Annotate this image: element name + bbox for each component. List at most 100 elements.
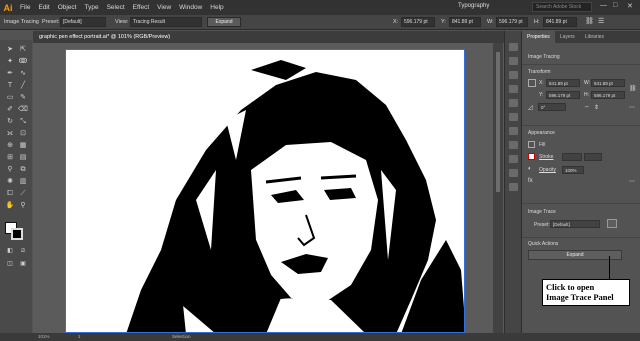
properties-icon[interactable] [509,43,518,51]
paintbrush-tool-icon[interactable]: ✎ [17,92,29,103]
view-select[interactable]: Tracing Result [130,17,202,27]
document-tab[interactable]: graphic pen effect portrait.ai* @ 101% (… [33,31,513,43]
tab-libraries[interactable]: Libraries [580,31,609,43]
align-icon[interactable]: ☰ [598,17,604,25]
eraser-tool-icon[interactable]: ⌫ [17,104,29,115]
default-colors-icon[interactable]: ◧ [4,246,16,257]
transform-x-field[interactable]: 841.89 pt [546,79,580,87]
magic-wand-icon[interactable]: ✦ [4,56,16,67]
canvas-area[interactable] [33,43,504,333]
artboard-number[interactable]: 1 [78,334,81,339]
vertical-scroll-thumb[interactable] [496,52,500,192]
minimize-icon[interactable]: — [600,2,607,9]
scale-tool-icon[interactable]: ⤡ [17,116,29,127]
eyedropper-icon[interactable]: ⚲ [4,164,16,175]
menu-select[interactable]: Select [103,4,129,11]
free-transform-icon[interactable]: ⊡ [17,128,29,139]
width-tool-icon[interactable]: ⟗ [4,128,16,139]
preset-select[interactable]: [Default] [60,17,106,27]
gradient-panel-icon[interactable] [509,155,518,163]
shape-builder-icon[interactable]: ⊕ [4,140,16,151]
tab-layers[interactable]: Layers [555,31,580,43]
transform-y-field[interactable]: 596.179 pt [546,91,580,99]
flip-vertical-icon[interactable]: ⇕ [594,104,599,111]
screen-mode-icon[interactable]: ▣ [17,259,29,270]
menu-edit[interactable]: Edit [34,4,53,11]
slice-tool-icon[interactable]: ⟋ [17,188,29,199]
stock-search-input[interactable]: Search Adobe Stock [532,2,592,12]
symbols-icon[interactable] [509,127,518,135]
mesh-tool-icon[interactable]: ⊞ [4,152,16,163]
menu-effect[interactable]: Effect [129,4,154,11]
w-field[interactable]: 596.179 pt [496,17,528,27]
pen-tool-icon[interactable]: ✒ [4,68,16,79]
constrain-icon[interactable]: ⛓ [585,17,594,25]
stroke-swatch-panel[interactable] [528,153,535,160]
menu-view[interactable]: View [153,4,175,11]
perspective-grid-icon[interactable]: ▦ [17,140,29,151]
zoom-tool-icon[interactable]: ⚲ [17,200,29,211]
maximize-icon[interactable]: □ [613,2,617,9]
rotate-tool-icon[interactable]: ↻ [4,116,16,127]
close-icon[interactable]: ✕ [627,2,633,10]
opacity-label[interactable]: Opacity [539,167,556,173]
symbol-sprayer-icon[interactable]: ✺ [4,176,16,187]
status-bar: 101% 1 Selection [0,333,640,341]
transparency-icon[interactable] [509,169,518,177]
line-tool-icon[interactable]: ╱ [17,80,29,91]
type-tool-icon[interactable]: T [4,80,16,91]
artboard[interactable] [65,49,465,333]
blend-tool-icon[interactable]: ⧉ [17,164,29,175]
reference-point-icon[interactable] [528,79,536,87]
fill-swatch-panel[interactable] [528,141,535,148]
menu-type[interactable]: Type [80,4,102,11]
layers-icon[interactable] [509,57,518,65]
menu-window[interactable]: Window [175,4,206,11]
menu-file[interactable]: File [16,4,34,11]
image-trace-panel-button[interactable] [607,219,617,228]
selection-tool-icon[interactable]: ➤ [4,44,16,55]
constrain-proportions-icon[interactable]: ⛓ [629,85,637,92]
menu-object[interactable]: Object [54,4,81,11]
rotate-field[interactable]: 0° [538,103,566,111]
appearance-icon[interactable] [509,183,518,191]
panel-icon-strip [504,31,521,333]
image-trace-preset-select[interactable]: [Default] [550,220,600,228]
stroke-swatch[interactable] [11,228,23,240]
libraries-icon[interactable] [509,71,518,79]
expand-button[interactable]: Expand [207,17,241,27]
fx-icon[interactable]: fx [528,178,533,184]
more-options-icon[interactable]: ⋯ [629,104,635,111]
color-icon[interactable] [509,85,518,93]
flip-horizontal-icon[interactable]: ⇔ [584,104,590,110]
none-color-icon[interactable]: ⧄ [17,246,29,257]
artboard-tool-icon[interactable]: ⧠ [4,188,16,199]
h-field[interactable]: 841.89 pt [543,17,577,27]
stroke-panel-icon[interactable] [509,141,518,149]
workspace-switcher[interactable]: Typography [458,3,489,9]
shaper-tool-icon[interactable]: ✐ [4,104,16,115]
swatches-icon[interactable] [509,99,518,107]
zoom-level[interactable]: 101% [38,334,50,339]
rectangle-tool-icon[interactable]: ▭ [4,92,16,103]
transform-h-field[interactable]: 596.179 pt [591,91,625,99]
opacity-field[interactable]: 100% [562,166,584,174]
drawing-modes-icon[interactable]: ◫ [4,259,16,270]
tab-properties[interactable]: Properties [522,31,555,43]
quick-expand-button[interactable]: Expand [528,250,622,260]
stroke-unit-select[interactable] [584,153,602,161]
menu-help[interactable]: Help [206,4,227,11]
hand-tool-icon[interactable]: ✋ [4,200,16,211]
lasso-icon[interactable]: ↂ [17,56,29,67]
direct-selection-tool-icon[interactable]: ⇱ [17,44,29,55]
appearance-more-icon[interactable]: ⋯ [629,178,635,185]
y-field[interactable]: 841.89 pt [449,17,481,27]
stroke-label[interactable]: Stroke [539,154,553,160]
x-field[interactable]: 596.179 pt [401,17,435,27]
brushes-icon[interactable] [509,113,518,121]
stroke-weight-field[interactable] [562,153,582,161]
transform-w-field[interactable]: 841.89 pt [591,79,625,87]
graph-tool-icon[interactable]: ▥ [17,176,29,187]
curvature-tool-icon[interactable]: ∿ [17,68,29,79]
gradient-tool-icon[interactable]: ▤ [17,152,29,163]
